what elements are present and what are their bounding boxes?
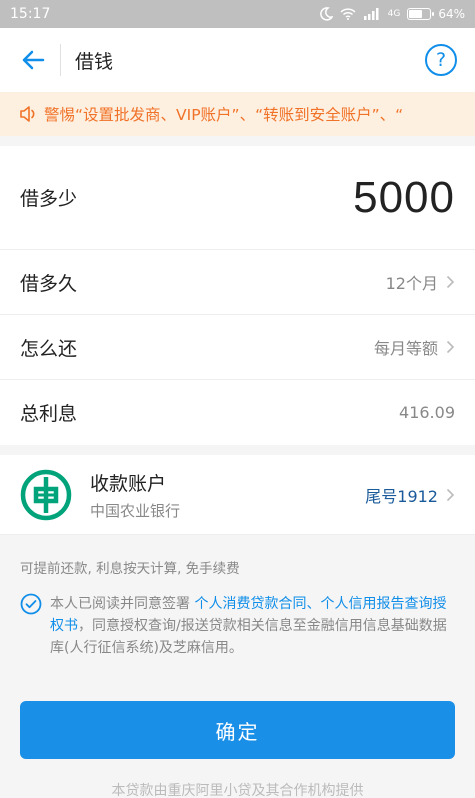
repay-row[interactable]: 怎么还 每月等额 (0, 315, 475, 380)
agree-suffix: ，同意授权查询/报送贷款相关信息至金融信用信息基础数据库(人行征信系统)及芝麻信… (50, 618, 447, 656)
notice-text: 警惕“设置批发商、VIP账户”、“转账到安全账户”、“ (44, 106, 404, 124)
back-button[interactable] (18, 45, 48, 75)
notice-bar[interactable]: 警惕“设置批发商、VIP账户”、“转账到安全账户”、“ (0, 92, 475, 136)
moon-icon (319, 7, 333, 21)
check-circle-icon[interactable] (20, 593, 42, 615)
status-icons: 4G 64% (319, 7, 465, 21)
nav-divider (60, 44, 61, 76)
repay-label: 怎么还 (20, 337, 78, 360)
term-label: 借多久 (20, 272, 78, 295)
account-title: 收款账户 (90, 472, 167, 495)
chevron-right-icon (446, 340, 455, 354)
question-icon: ? (435, 49, 447, 71)
chevron-right-icon (446, 275, 455, 289)
confirm-button[interactable]: 确定 (20, 701, 455, 759)
agree-separator: 、 (306, 596, 321, 612)
loan-contract-link[interactable]: 个人消费贷款合同 (194, 596, 306, 612)
battery-text: 64% (438, 7, 465, 21)
account-card[interactable]: 收款账户 中国农业银行 尾号1912 (0, 455, 475, 535)
wifi-icon (340, 8, 356, 20)
status-bar: 15:17 4G 64% (0, 0, 475, 28)
amount-row[interactable]: 借多少 5000 (0, 146, 475, 250)
footer-text: 本贷款由重庆阿里小贷及其合作机构提供 (111, 783, 364, 798)
battery-icon (407, 8, 435, 20)
amount-value[interactable]: 5000 (353, 173, 455, 223)
term-row[interactable]: 借多久 12个月 (0, 250, 475, 315)
agree-prefix: 本人已阅读并同意签署 (50, 596, 195, 612)
loan-card: 借多少 5000 借多久 12个月 怎么还 每月等额 总利息 416.09 (0, 146, 475, 445)
term-value: 12个月 (385, 274, 438, 293)
agreement-block: 本人已阅读并同意签署 个人消费贷款合同、个人信用报告查询授权书，同意授权查询/报… (20, 593, 455, 659)
status-time: 15:17 (10, 6, 51, 22)
abc-bank-logo-icon (20, 469, 72, 520)
network-type: 4G (387, 9, 401, 19)
chevron-right-icon (446, 488, 455, 501)
amount-label: 借多少 (20, 188, 78, 210)
interest-row: 总利息 416.09 (0, 380, 475, 445)
arrow-left-icon (22, 50, 45, 70)
page-title: 借钱 (75, 50, 114, 73)
info-section: 可提前还款, 利息按天计算, 免手续费 本人已阅读并同意签署 个人消费贷款合同、… (0, 535, 475, 659)
account-number: 尾号1912 (365, 486, 438, 506)
signal-icon (363, 8, 379, 20)
speaker-icon (20, 106, 35, 122)
interest-label: 总利息 (20, 403, 78, 425)
help-button[interactable]: ? (425, 44, 457, 76)
repay-value: 每月等额 (373, 339, 438, 358)
agreement-text: 本人已阅读并同意签署 个人消费贷款合同、个人信用报告查询授权书，同意授权查询/报… (50, 593, 455, 659)
bank-name: 中国农业银行 (90, 501, 181, 520)
repay-info-text: 可提前还款, 利息按天计算, 免手续费 (20, 561, 240, 577)
interest-value: 416.09 (399, 403, 455, 422)
nav-bar: 借钱 ? (0, 28, 475, 92)
